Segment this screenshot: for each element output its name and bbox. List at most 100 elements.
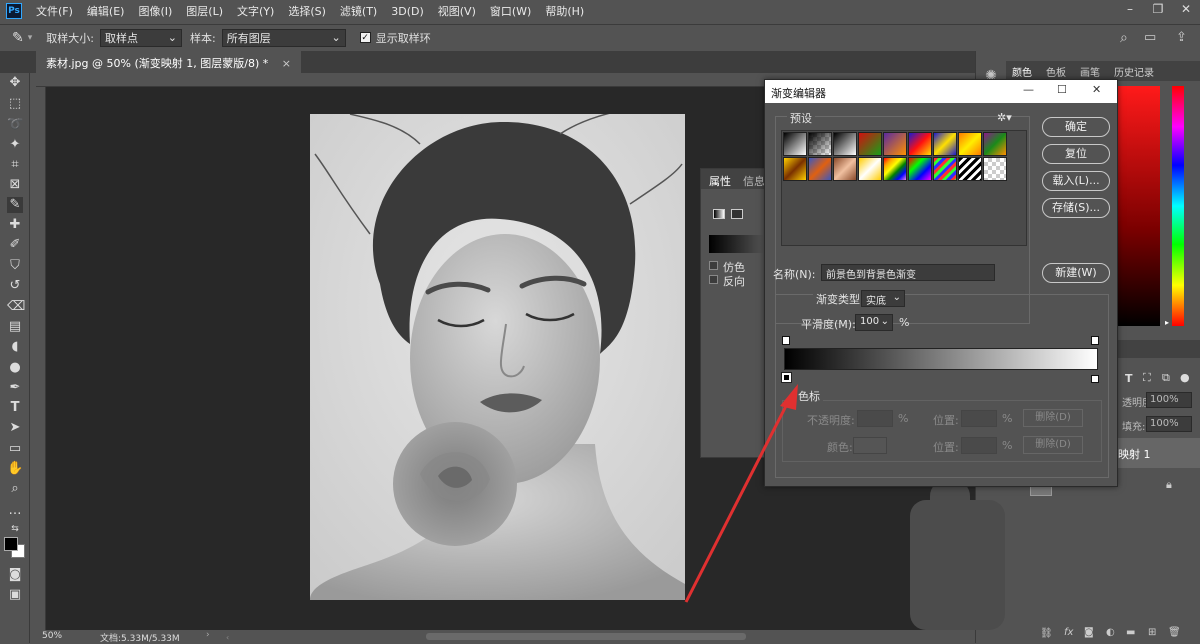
stop-location-input[interactable] <box>961 410 997 427</box>
menu-type[interactable]: 文字(Y) <box>237 3 274 19</box>
path-selection-tool-icon[interactable]: ➤ <box>7 420 23 436</box>
workspace-icon[interactable]: ▭ <box>1144 30 1156 45</box>
search-icon[interactable]: ⌕ <box>1120 30 1128 46</box>
document-image[interactable] <box>310 114 685 600</box>
menu-3d[interactable]: 3D(D) <box>391 5 424 18</box>
scroll-left-icon[interactable]: ‹ <box>226 633 234 642</box>
dither-checkbox[interactable] <box>709 261 718 270</box>
show-ring-checkbox[interactable]: ✓ <box>359 32 371 43</box>
layer-filter-type-icon[interactable]: T <box>1125 372 1133 385</box>
restore-icon[interactable]: ❐ <box>1144 2 1172 18</box>
preset-swatch-fg-transparent[interactable] <box>808 132 832 156</box>
horizontal-scrollbar[interactable] <box>426 633 746 640</box>
magic-wand-tool-icon[interactable]: ✦ <box>7 137 23 153</box>
menu-view[interactable]: 视图(V) <box>438 3 476 19</box>
eyedropper-icon[interactable]: ✎ <box>12 30 24 46</box>
preset-swatch-chrome[interactable] <box>858 157 882 181</box>
color-field[interactable] <box>1115 86 1160 326</box>
preset-swatch-transparent-rainbow[interactable] <box>908 157 932 181</box>
stop-opacity-input[interactable] <box>857 410 893 427</box>
menu-select[interactable]: 选择(S) <box>288 3 326 19</box>
delete-opacity-stop-button[interactable]: 删除(D) <box>1023 409 1083 427</box>
screen-mode-icon[interactable]: ▣ <box>7 587 23 603</box>
type-tool-icon[interactable]: T <box>7 400 23 416</box>
share-icon[interactable]: ⇪ <box>1176 30 1187 45</box>
menu-filter[interactable]: 滤镜(T) <box>340 3 377 19</box>
menu-window[interactable]: 窗口(W) <box>490 3 531 19</box>
sample-select[interactable]: 所有图层 ⌄ <box>221 28 346 47</box>
gradient-bar[interactable] <box>784 348 1098 370</box>
stop-color-location-input[interactable] <box>961 437 997 454</box>
preset-swatch-stripes[interactable] <box>958 157 982 181</box>
ok-button[interactable]: 确定 <box>1042 117 1110 137</box>
layer-filter-smart-icon[interactable]: ⧉ <box>1162 371 1170 385</box>
color-stop-right[interactable] <box>1091 375 1099 383</box>
zoom-level[interactable]: 50% <box>42 631 62 641</box>
load-button[interactable]: 载入(L)... <box>1042 171 1110 191</box>
brush-tool-icon[interactable]: ✐ <box>7 237 23 253</box>
lasso-tool-icon[interactable]: ➰ <box>7 117 23 133</box>
document-tab[interactable]: 素材.jpg @ 50% (渐变映射 1, 图层蒙版/8) * × <box>36 51 301 73</box>
more-tools-icon[interactable]: … <box>7 503 23 519</box>
new-layer-icon[interactable]: ⊞ <box>1148 627 1156 638</box>
dodge-tool-icon[interactable]: ● <box>7 360 23 376</box>
menu-image[interactable]: 图像(I) <box>138 3 172 19</box>
tab-brushes[interactable]: 画笔 <box>1080 64 1100 79</box>
gradient-type-select[interactable]: 实底 ⌄ <box>861 290 905 307</box>
menu-help[interactable]: 帮助(H) <box>545 3 584 19</box>
preset-swatch-transparent-stripes[interactable] <box>933 157 957 181</box>
preset-swatch-black-white[interactable] <box>833 132 857 156</box>
tab-history[interactable]: 历史记录 <box>1114 64 1154 79</box>
menu-edit[interactable]: 编辑(E) <box>87 3 125 19</box>
status-menu-arrow-icon[interactable]: › <box>206 630 210 640</box>
marquee-tool-icon[interactable]: ⬚ <box>7 96 23 112</box>
new-button[interactable]: 新建(W) <box>1042 263 1110 283</box>
foreground-color-swatch[interactable] <box>4 537 18 551</box>
save-button[interactable]: 存储(S)... <box>1042 198 1110 218</box>
gradient-tool-icon[interactable]: ▤ <box>7 319 23 335</box>
hue-slider-marker-icon[interactable]: ▸ <box>1165 318 1169 327</box>
crop-tool-icon[interactable]: ⌗ <box>7 157 23 173</box>
preset-swatch-violet-green-orange[interactable] <box>983 132 1007 156</box>
name-input[interactable]: 前景色到背景色渐变 <box>821 264 995 281</box>
opacity-stop-left[interactable] <box>782 336 790 345</box>
dialog-close-icon[interactable]: ✕ <box>1092 83 1101 96</box>
new-group-icon[interactable]: ▬ <box>1126 627 1135 638</box>
layer-filter-shape-icon[interactable]: ⛶ <box>1143 371 1151 385</box>
blur-tool-icon[interactable]: ◖ <box>7 339 23 355</box>
minimize-icon[interactable]: – <box>1116 2 1144 18</box>
rectangle-tool-icon[interactable]: ▭ <box>7 441 23 457</box>
add-mask-icon[interactable]: ◙ <box>1084 627 1094 638</box>
tab-swatches[interactable]: 色板 <box>1046 64 1066 79</box>
eyedropper-tool-icon[interactable]: ✎ <box>7 197 23 213</box>
link-layers-icon[interactable]: ⛓ <box>1040 628 1053 639</box>
preset-swatch-red-green[interactable] <box>858 132 882 156</box>
hue-slider[interactable] <box>1172 86 1184 326</box>
pen-tool-icon[interactable]: ✒ <box>7 380 23 396</box>
preset-swatch-transparent[interactable] <box>983 157 1007 181</box>
fx-icon[interactable]: fx <box>1064 627 1073 638</box>
trash-icon[interactable]: 🗑︎ <box>1168 627 1181 638</box>
smoothness-input[interactable]: 100 ⌄ <box>855 314 893 331</box>
opacity-stop-right[interactable] <box>1091 336 1099 345</box>
history-brush-tool-icon[interactable]: ↺ <box>7 278 23 294</box>
layer-opacity-field[interactable]: 100% <box>1146 392 1192 408</box>
tab-properties[interactable]: 属性 <box>709 173 731 189</box>
close-icon[interactable]: ✕ <box>1172 2 1200 18</box>
sample-size-select[interactable]: 取样点 ⌄ <box>99 28 182 47</box>
healing-brush-tool-icon[interactable]: ✚ <box>7 217 23 233</box>
move-tool-icon[interactable]: ✥ <box>7 75 23 91</box>
menu-layer[interactable]: 图层(L) <box>186 3 223 19</box>
adjustment-layer-icon[interactable]: ◐ <box>1106 627 1115 638</box>
chevron-down-icon[interactable]: ▾ <box>28 33 33 43</box>
preset-swatch-fg-bg[interactable] <box>783 132 807 156</box>
eraser-tool-icon[interactable]: ⌫ <box>7 299 25 315</box>
frame-tool-icon[interactable]: ⊠ <box>7 177 23 193</box>
gradient-preview-strip[interactable] <box>709 235 765 253</box>
swap-colors-icon[interactable]: ⇆ <box>7 521 23 537</box>
reverse-checkbox[interactable] <box>709 275 718 284</box>
tab-info[interactable]: 信息 <box>743 173 765 189</box>
clone-stamp-tool-icon[interactable]: ⛉ <box>7 258 23 274</box>
delete-color-stop-button[interactable]: 删除(D) <box>1023 436 1083 454</box>
preset-swatch-blue-orange[interactable] <box>808 157 832 181</box>
